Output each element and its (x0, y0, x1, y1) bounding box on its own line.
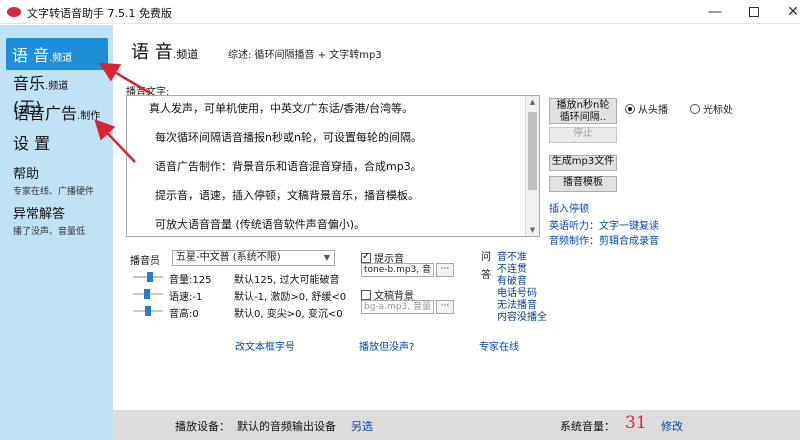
radio-label: 从头播 (638, 105, 668, 116)
scroll-up-icon[interactable]: ▲ (526, 98, 539, 106)
text-line: 语音广告制作：背景音乐和语音混音穿插，合成mp3。 (155, 160, 422, 173)
prompt-tone-field[interactable]: tone-b.mp3, 音 (361, 263, 434, 277)
volume-slider[interactable] (133, 272, 163, 282)
text-line: 提示音，语速，插入停顿，文稿背景音乐，播音模板。 (155, 189, 419, 202)
page-title-suffix: .频道 (172, 48, 199, 61)
english-listening-link[interactable]: 英语听力：文字一键复读 (549, 217, 659, 232)
radio-on-icon (625, 104, 635, 114)
speed-hint: 默认-1, 激励>0, 舒缓<0 (234, 292, 347, 303)
announcer-label: 播音员 (130, 256, 160, 267)
sidebar-item-suffix: .频道 (49, 53, 73, 64)
sidebar-item-voice[interactable]: 语 音.频道 (6, 38, 108, 70)
sidebar: 语 音.频道 音乐.频道 (无) 语音广告.制作 设 置 帮助 专家在线、广播硬… (0, 25, 113, 440)
system-volume-label: 系统音量： (560, 420, 615, 433)
scroll-down-icon[interactable]: ▼ (526, 226, 539, 234)
qa-link[interactable]: 内容没播全 (497, 308, 547, 323)
template-button[interactable]: 播音模板 (549, 176, 617, 192)
sidebar-item-ads[interactable]: 语音广告.制作 (6, 100, 108, 124)
slider-knob[interactable] (145, 306, 151, 316)
scroll-thumb[interactable] (528, 112, 537, 190)
volume-hint: 默认125, 过大可能破音 (234, 275, 340, 286)
checkbox-unchecked-icon (361, 290, 371, 300)
checkbox-checked-icon (361, 251, 371, 263)
sidebar-item-settings[interactable]: 设 置 (6, 130, 108, 154)
speed-label: 语速:-1 (169, 292, 203, 303)
audio-editing-link[interactable]: 音频制作：剪辑合成录音 (549, 232, 659, 247)
status-bar: 播放设备： 默认的音频输出设备 另选 系统音量： 31 修改 (113, 410, 800, 440)
app-logo-icon (7, 7, 21, 17)
text-scrollbar[interactable]: ▲ ▼ (525, 96, 539, 236)
sidebar-item-label: 语音广告 (13, 104, 78, 123)
main-panel: 语 音.频道 综述: 循环间隔播音 + 文字转mp3 播音文字: 真人发声，可单… (113, 25, 800, 410)
device-value: 默认的音频输出设备 (237, 420, 336, 433)
bg-music-browse-button[interactable]: ··· (436, 300, 454, 314)
no-sound-link[interactable]: 播放但没声? (359, 338, 414, 353)
prompt-tone-browse-button[interactable]: ··· (436, 263, 454, 277)
bg-music-field[interactable]: bg-a.mp3, 音量 (361, 300, 434, 314)
sidebar-item-sublabel: 专家在线、广播硬件 (13, 187, 95, 197)
sidebar-item-label: 语 音 (12, 46, 50, 65)
page-title: 语 音.频道 (131, 38, 198, 64)
slider-knob[interactable] (144, 289, 150, 299)
from-cursor-radio[interactable]: 光标处 (690, 101, 733, 116)
stop-button[interactable]: 停止 (549, 127, 617, 143)
sidebar-item-suffix: .频道 (45, 81, 69, 92)
sidebar-item-sublabel: 播了没声、音量低 (13, 227, 86, 237)
summary-text: 综述: 循环间隔播音 + 文字转mp3 (228, 50, 382, 61)
announcer-selected: 五星-中文普 (系统不限) (176, 252, 281, 263)
modify-volume-link[interactable]: 修改 (661, 418, 683, 434)
edit-font-size-link[interactable]: 改文本框字号 (235, 338, 295, 353)
choose-device-link[interactable]: 另选 (351, 418, 373, 434)
pitch-label: 音高:0 (169, 309, 199, 320)
insert-pause-link[interactable]: 插入停顿 (549, 200, 589, 215)
title-bar: 文字转语音助手 7.5.1 免费版 — ✕ (0, 0, 800, 24)
pitch-hint: 默认0, 变尖>0, 变沉<0 (234, 309, 343, 320)
speed-slider[interactable] (133, 289, 163, 299)
volume-label: 音量:125 (169, 275, 212, 286)
sidebar-item-suffix: .制作 (77, 111, 101, 122)
sidebar-item-label: 帮助 (13, 167, 40, 182)
sidebar-item-label: 异常解答 (13, 207, 66, 222)
announcer-select[interactable]: 五星-中文普 (系统不限) ▼ (172, 250, 335, 266)
text-line: 每次循环间隔语音播报n秒或n轮，可设置每轮的间隔。 (155, 131, 422, 144)
text-line: 可放大语音音量 (传统语音软件声音偏小)。 (155, 218, 366, 231)
page-title-text: 语 音 (131, 42, 173, 63)
expert-online-link[interactable]: 专家在线 (479, 338, 519, 353)
sidebar-item-label: 设 置 (13, 134, 51, 153)
answer-mark-label: 答 (481, 270, 491, 281)
sidebar-item-help[interactable]: 帮助 专家在线、广播硬件 (6, 163, 108, 197)
slider-knob[interactable] (147, 272, 153, 282)
from-start-radio[interactable]: 从头播 (625, 101, 668, 116)
loop-play-label-1: 播放n秒n轮 (556, 100, 610, 111)
device-label: 播放设备： (175, 420, 230, 433)
broadcast-text-area[interactable]: 真人发声，可单机使用，中英文/广东话/香港/台湾等。 每次循环间隔语音播报n秒或… (126, 95, 540, 237)
sidebar-item-label: 音乐 (13, 74, 46, 93)
radio-off-icon (690, 104, 700, 114)
sidebar-item-faq[interactable]: 异常解答 播了没声、音量低 (6, 203, 108, 237)
loop-play-label-2: 循环间隔.. (559, 112, 607, 123)
chevron-down-icon: ▼ (323, 253, 330, 262)
system-volume-value: 31 (625, 413, 647, 433)
generate-mp3-button[interactable]: 生成mp3文件 (549, 155, 617, 171)
radio-label: 光标处 (703, 105, 733, 116)
text-line: 真人发声，可单机使用，中英文/广东话/香港/台湾等。 (149, 102, 414, 115)
loop-play-button[interactable]: 播放n秒n轮 循环间隔.. (549, 98, 617, 124)
maximize-icon (749, 7, 759, 17)
pitch-slider[interactable] (133, 306, 163, 316)
question-mark-label: 问 (481, 252, 491, 263)
window-title: 文字转语音助手 7.5.1 免费版 (27, 7, 172, 20)
close-button[interactable]: ✕ (770, 0, 800, 24)
